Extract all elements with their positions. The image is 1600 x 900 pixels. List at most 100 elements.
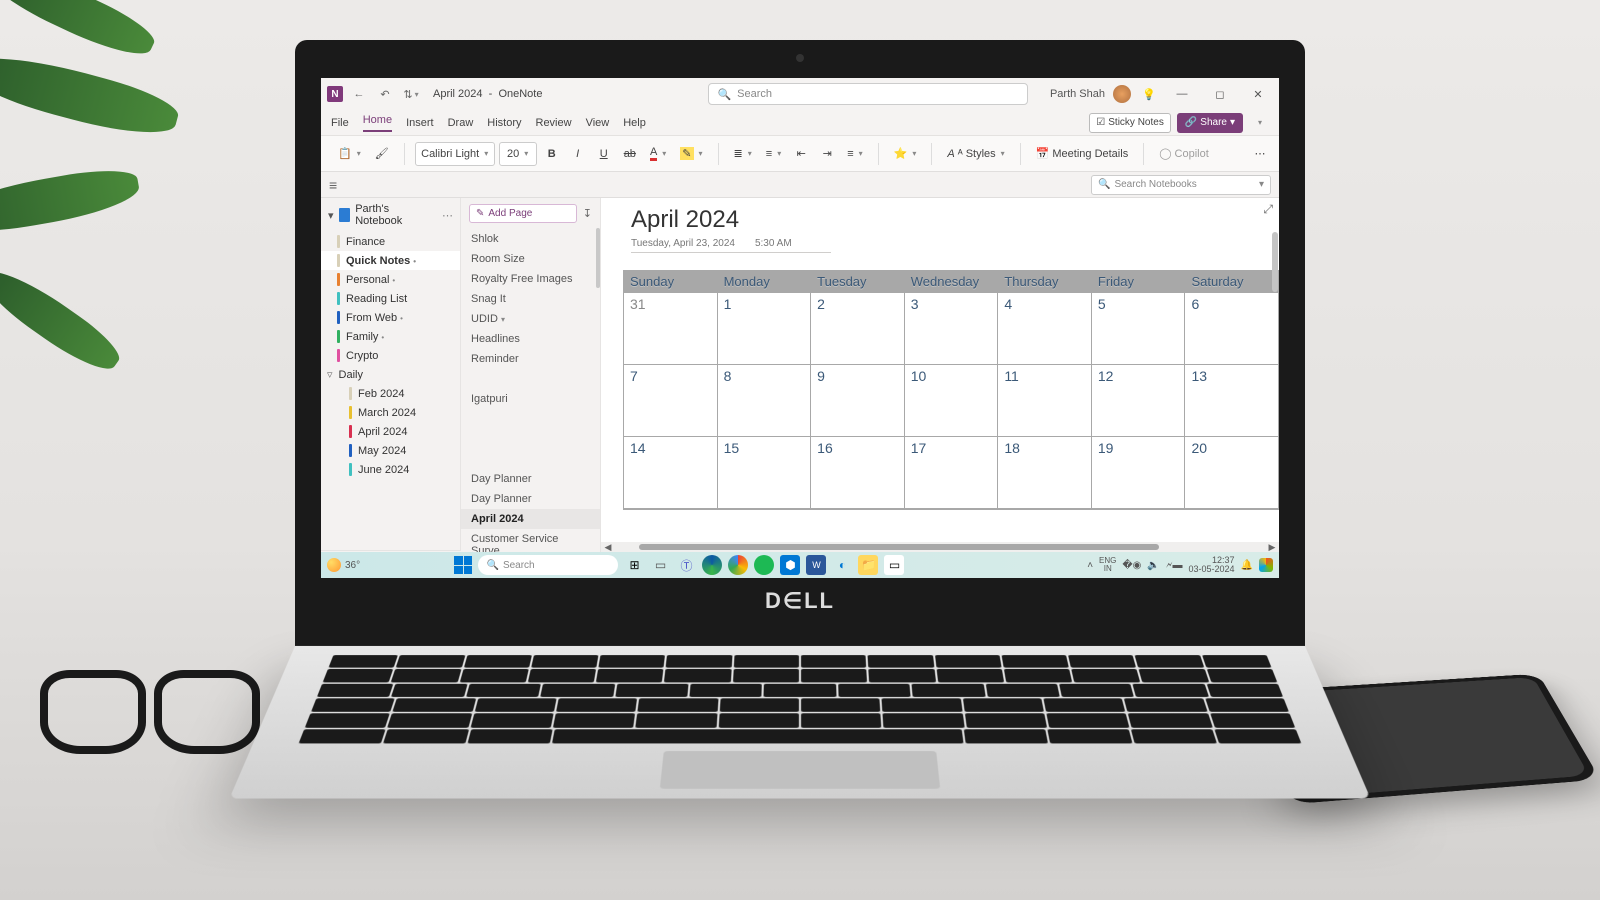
chrome-icon[interactable] xyxy=(728,555,748,575)
explorer-icon[interactable]: 📁 xyxy=(858,555,878,575)
add-page-button[interactable]: ✎ Add Page xyxy=(469,204,577,223)
search-box[interactable]: 🔍 Search xyxy=(708,83,1028,105)
start-button[interactable] xyxy=(454,556,472,574)
calendar-day-cell[interactable]: 3 xyxy=(905,293,999,365)
notebook-dropdown[interactable]: ▾ Parth's Notebook⋯ xyxy=(321,198,460,232)
calendar-day-cell[interactable]: 6 xyxy=(1185,293,1278,365)
section-from-web[interactable]: From Web xyxy=(321,308,460,327)
calendar-day-cell[interactable]: 18 xyxy=(998,437,1092,509)
page-canvas[interactable]: ⤢ April 2024 Tuesday, April 23, 20245:30… xyxy=(601,198,1279,552)
nav-toggle-icon[interactable]: ≡ xyxy=(329,177,337,193)
font-family-select[interactable]: Calibri Light xyxy=(415,142,495,166)
language-indicator[interactable]: ENGIN xyxy=(1099,557,1116,573)
close-button[interactable]: ✕ xyxy=(1243,80,1273,108)
menu-home[interactable]: Home xyxy=(363,114,392,132)
calendar-day-cell[interactable]: 19 xyxy=(1092,437,1186,509)
page-item[interactable] xyxy=(461,409,600,429)
quickaccess-menu[interactable]: ⇅ xyxy=(401,84,421,104)
wifi-icon[interactable]: �◉ xyxy=(1122,560,1141,571)
bold-button[interactable]: B xyxy=(541,142,563,166)
page-title[interactable]: April 2024 xyxy=(631,206,739,234)
calendar-day-cell[interactable]: 9 xyxy=(811,365,905,437)
page-item[interactable]: Shlok xyxy=(461,229,600,249)
bullets-button[interactable]: ≣ xyxy=(729,142,757,166)
calendar-day-cell[interactable]: 1 xyxy=(718,293,812,365)
calendar-day-cell[interactable]: 16 xyxy=(811,437,905,509)
back-button[interactable]: ← xyxy=(349,84,369,104)
undo-button[interactable]: ↶ xyxy=(375,84,395,104)
weather-widget[interactable]: 36° xyxy=(327,558,360,572)
sort-pages-button[interactable]: ↧ xyxy=(583,207,592,220)
calendar-day-cell[interactable]: 31 xyxy=(624,293,718,365)
notebook-search[interactable]: 🔍 Search Notebooks ▾ xyxy=(1091,175,1271,195)
page-item[interactable]: Headlines xyxy=(461,329,600,349)
section-march-2024[interactable]: March 2024 xyxy=(321,403,460,422)
calendar-day-cell[interactable]: 4 xyxy=(998,293,1092,365)
tags-button[interactable]: ⭐ xyxy=(889,142,922,166)
highlight-button[interactable]: ✎ xyxy=(675,142,707,166)
indent-button[interactable]: ⇥ xyxy=(816,142,838,166)
system-tray[interactable]: ˄ ENGIN �◉ 🔈 🗲▬ 12:3703-05-2024 🔔 xyxy=(1087,556,1273,574)
volume-icon[interactable]: 🔈 xyxy=(1147,560,1159,571)
meeting-details-button[interactable]: 📅 Meeting Details xyxy=(1031,142,1134,166)
lightbulb-button[interactable]: 💡 xyxy=(1139,84,1159,104)
user-name[interactable]: Parth Shah xyxy=(1050,88,1105,100)
section-april-2024[interactable]: April 2024 xyxy=(321,422,460,441)
font-size-select[interactable]: 20 xyxy=(499,142,537,166)
minimize-button[interactable]: — xyxy=(1167,80,1197,108)
taskbar-app-2[interactable]: ▭ xyxy=(884,555,904,575)
page-item[interactable]: Snag It xyxy=(461,289,600,309)
calendar-day-cell[interactable]: 5 xyxy=(1092,293,1186,365)
format-painter-button[interactable]: 🖌 xyxy=(370,142,394,166)
calendar-day-cell[interactable]: 8 xyxy=(718,365,812,437)
strikethrough-button[interactable]: ab xyxy=(619,142,641,166)
calendar-day-cell[interactable]: 17 xyxy=(905,437,999,509)
outdent-button[interactable]: ⇤ xyxy=(790,142,812,166)
tray-chevron-icon[interactable]: ˄ xyxy=(1087,560,1093,571)
page-item[interactable]: Room Size xyxy=(461,249,600,269)
teams-icon[interactable]: Ⓣ xyxy=(676,555,696,575)
edge-icon[interactable] xyxy=(702,555,722,575)
ribbon-overflow[interactable]: ⋯ xyxy=(1249,142,1271,166)
section-quick-notes[interactable]: Quick Notes xyxy=(321,251,460,270)
page-item[interactable]: Igatpuri xyxy=(461,389,600,409)
section-may-2024[interactable]: May 2024 xyxy=(321,441,460,460)
section-personal[interactable]: Personal xyxy=(321,270,460,289)
calendar-day-cell[interactable]: 2 xyxy=(811,293,905,365)
numbering-button[interactable]: ≡ xyxy=(761,142,786,166)
user-avatar-icon[interactable] xyxy=(1113,85,1131,103)
maximize-button[interactable]: ◻ xyxy=(1205,80,1235,108)
powertoys-icon[interactable]: ◐ xyxy=(832,555,852,575)
share-button[interactable]: 🔗 Share ▾ xyxy=(1177,113,1243,133)
ribbon-options[interactable] xyxy=(1249,113,1269,133)
calendar-day-cell[interactable]: 20 xyxy=(1185,437,1278,509)
battery-icon[interactable]: 🗲▬ xyxy=(1166,560,1183,571)
calendar-table[interactable]: SundayMondayTuesdayWednesdayThursdayFrid… xyxy=(623,270,1279,510)
word-icon[interactable]: W xyxy=(806,555,826,575)
paste-button[interactable]: 📋 xyxy=(333,142,366,166)
section-crypto[interactable]: Crypto xyxy=(321,346,460,365)
italic-button[interactable]: I xyxy=(567,142,589,166)
underline-button[interactable]: U xyxy=(593,142,615,166)
menu-review[interactable]: Review xyxy=(536,117,572,129)
task-view-icon[interactable]: ⊞ xyxy=(624,555,644,575)
menu-file[interactable]: File xyxy=(331,117,349,129)
page-item[interactable] xyxy=(461,449,600,469)
sticky-notes-button[interactable]: ☑ Sticky Notes xyxy=(1089,113,1171,133)
page-item[interactable]: April 2024 xyxy=(461,509,600,529)
styles-button[interactable]: Aᴬ Styles xyxy=(942,142,1009,166)
taskbar-app-1[interactable]: ▭ xyxy=(650,555,670,575)
calendar-day-cell[interactable]: 7 xyxy=(624,365,718,437)
page-item[interactable]: Day Planner xyxy=(461,469,600,489)
calendar-day-cell[interactable]: 15 xyxy=(718,437,812,509)
page-item[interactable]: Reminder xyxy=(461,349,600,369)
font-color-button[interactable]: A xyxy=(645,142,671,166)
menu-help[interactable]: Help xyxy=(623,117,646,129)
section-feb-2024[interactable]: Feb 2024 xyxy=(321,384,460,403)
copilot-button[interactable]: ◯ Copilot xyxy=(1154,142,1214,166)
taskbar-search[interactable]: 🔍 Search xyxy=(478,555,618,575)
clock[interactable]: 12:3703-05-2024 xyxy=(1189,556,1235,574)
page-item[interactable] xyxy=(461,429,600,449)
section-group-daily[interactable]: ▿ Daily xyxy=(321,365,460,384)
section-family[interactable]: Family xyxy=(321,327,460,346)
